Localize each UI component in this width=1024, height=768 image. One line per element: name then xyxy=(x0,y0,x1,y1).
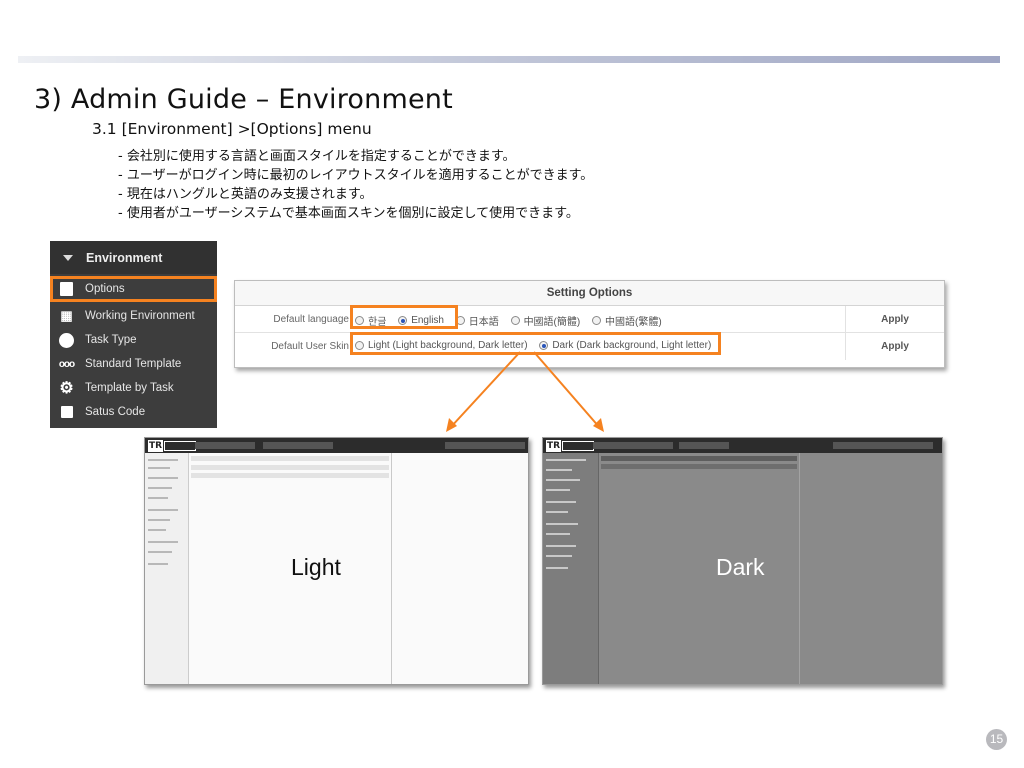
menu-item-status-code[interactable]: Satus Code xyxy=(50,400,217,424)
gear-icon: ⚙ xyxy=(59,380,74,397)
menu-item-label: Template by Task xyxy=(85,382,174,394)
section-heading: 3.1 [Environment] >[Options] menu xyxy=(92,120,372,138)
bullet-item: - 使用者がユーザーシステムで基本画面スキンを個別に設定して使用できます。 xyxy=(118,206,579,221)
bullet-list: - 会社別に使用する言語と画面スタイルを指定することができます。 - ユーザーが… xyxy=(118,147,593,223)
language-radio-chinese-traditional[interactable]: 中國語(繁體) xyxy=(592,313,662,328)
preview-sidebar xyxy=(145,453,189,684)
language-label: Default language xyxy=(273,314,349,325)
task-type-icon xyxy=(58,332,75,348)
language-row: Default language 한글 English 日本語 中國語(簡體) … xyxy=(235,306,944,333)
menu-item-task-type[interactable]: Task Type xyxy=(50,328,217,352)
radio-label: 中國語(簡體) xyxy=(523,317,581,328)
radio-label: 日本語 xyxy=(468,317,499,328)
menu-item-label: Options xyxy=(85,283,125,295)
preview-sidebar xyxy=(543,453,599,684)
light-caption: Light xyxy=(291,554,341,580)
page-number-badge: 15 xyxy=(986,729,1007,750)
app-logo: TR xyxy=(148,439,197,452)
preview-top-bar: TR xyxy=(145,438,528,453)
skin-apply-button[interactable]: Apply xyxy=(845,333,944,360)
menu-item-label: Satus Code xyxy=(85,406,146,418)
language-apply-button[interactable]: Apply xyxy=(845,306,944,332)
dark-skin-preview: TR Dark xyxy=(542,437,943,685)
app-logo: TR xyxy=(546,439,595,452)
preview-top-bar: TR xyxy=(543,438,942,453)
bullet-item: - 現在はハングルと英語のみ支援されます。 xyxy=(118,187,373,202)
setting-options-panel: Setting Options Default language 한글 Engl… xyxy=(234,280,945,368)
slide-title: 3) Admin Guide – Environment xyxy=(34,84,453,115)
skin-highlight-box xyxy=(350,332,721,355)
menu-item-label: Task Type xyxy=(85,334,137,346)
environment-menu: Environment Options ▦ Working Environmen… xyxy=(50,241,217,428)
environment-menu-header[interactable]: Environment xyxy=(50,241,217,274)
link-chain-icon: ooo xyxy=(58,358,75,370)
light-skin-preview: TR Light xyxy=(144,437,529,685)
language-radio-chinese-simplified[interactable]: 中國語(簡體) xyxy=(510,313,581,328)
status-code-icon xyxy=(58,405,75,420)
menu-item-template-by-task[interactable]: ⚙ Template by Task xyxy=(50,376,217,400)
environment-menu-title: Environment xyxy=(86,250,163,265)
building-icon: ▦ xyxy=(60,308,73,323)
menu-item-label: Working Environment xyxy=(85,310,195,322)
menu-item-label: Standard Template xyxy=(85,358,182,370)
caret-down-icon xyxy=(63,254,73,261)
bullet-item: - ユーザーがログイン時に最初のレイアウトスタイルを適用することができます。 xyxy=(118,168,594,183)
options-icon xyxy=(58,282,75,297)
language-highlight-box xyxy=(350,305,458,329)
radio-button-icon xyxy=(592,316,602,325)
top-divider-bar xyxy=(18,56,1000,63)
menu-item-options[interactable]: Options xyxy=(50,276,217,302)
menu-item-standard-template[interactable]: ooo Standard Template xyxy=(50,352,217,376)
dark-caption: Dark xyxy=(716,554,765,580)
bullet-item: - 会社別に使用する言語と画面スタイルを指定することができます。 xyxy=(118,149,516,164)
radio-button-icon xyxy=(510,316,520,325)
radio-label: 中國語(繁體) xyxy=(605,317,662,328)
language-radio-japanese[interactable]: 日本語 xyxy=(455,313,499,328)
menu-item-working-environment[interactable]: ▦ Working Environment xyxy=(50,304,217,328)
panel-title: Setting Options xyxy=(235,281,944,306)
skin-label: Default User Skin xyxy=(271,341,349,352)
